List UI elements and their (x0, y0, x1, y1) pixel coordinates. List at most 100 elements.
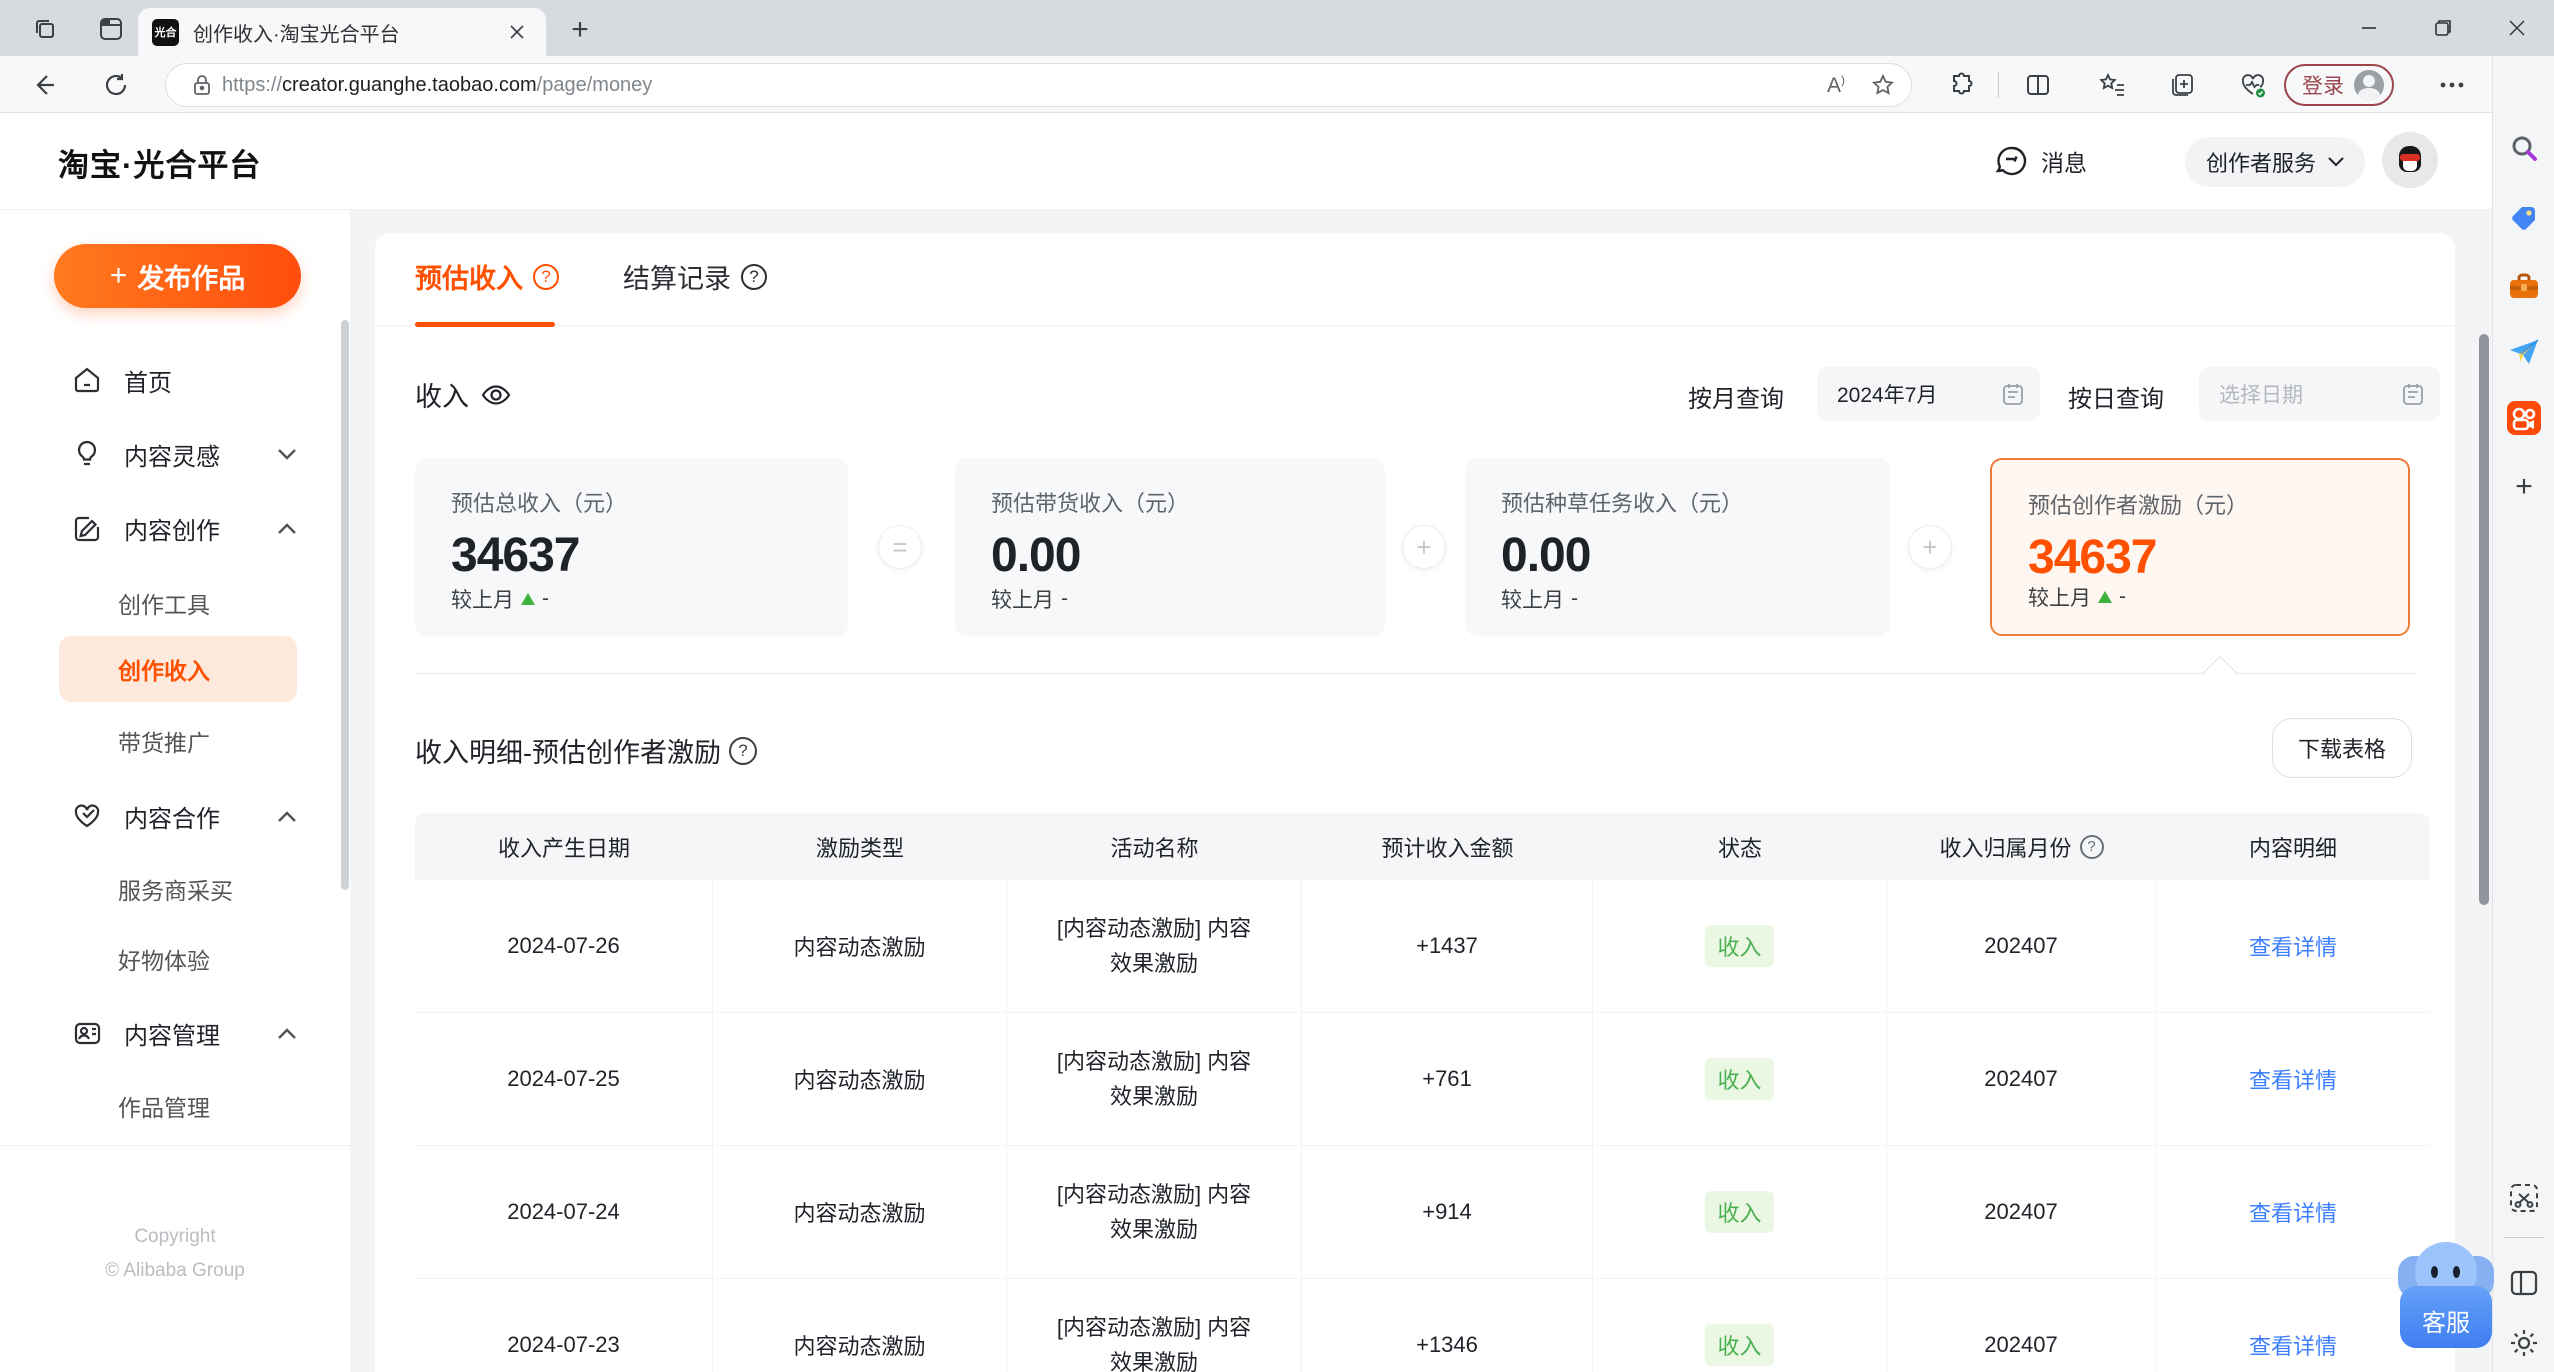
user-avatar[interactable] (2382, 132, 2438, 188)
extensions-icon[interactable] (1942, 65, 1982, 105)
equals-operator: = (878, 525, 922, 569)
tab-estimated-income[interactable]: 预估收入 ? (415, 257, 559, 296)
sidebar-item-promotion[interactable]: 带货推广 (0, 713, 350, 769)
card-value: 0.00 (991, 529, 1081, 582)
new-tab-button[interactable]: + (560, 10, 600, 50)
card-label: 预估创作者激励（元） (2028, 493, 2249, 518)
sidebar-scrollbar[interactable] (341, 320, 349, 890)
card-creator-incentive[interactable]: 预估创作者激励（元） 34637 较上月 - (1990, 458, 2410, 636)
col-header-activity: 活动名称 (1110, 835, 1199, 861)
shopping-tag-icon[interactable] (2507, 201, 2541, 235)
sidebar-toggle-icon[interactable] (2507, 1266, 2541, 1300)
view-detail-link[interactable]: 查看详情 (2249, 930, 2337, 962)
settings-gear-icon[interactable] (2507, 1326, 2541, 1360)
plus-operator: + (1402, 525, 1446, 569)
sidebar-item-works-management[interactable]: 作品管理 (0, 1078, 350, 1134)
table-row: 2024-07-25 内容动态激励 [内容动态激励] 内容效果激励 +761 收… (415, 1013, 2430, 1146)
kuaishou-icon[interactable] (2507, 401, 2541, 435)
cell-date: 2024-07-26 (415, 880, 713, 1012)
rail-add-icon[interactable]: + (2507, 470, 2541, 504)
help-icon[interactable]: ? (533, 263, 559, 290)
browser-tab[interactable]: 光合 创作收入·淘宝光合平台 (138, 8, 546, 56)
cell-activity: [内容动态激励] 内容效果激励 (1007, 1279, 1302, 1372)
browser-titlebar: 光合 创作收入·淘宝光合平台 + (0, 0, 2554, 56)
status-badge: 收入 (1705, 925, 1774, 967)
sidebar-item-home[interactable]: 首页 (0, 351, 350, 409)
browser-essentials-icon[interactable] (2233, 65, 2273, 105)
workspaces-icon[interactable] (28, 12, 62, 46)
view-detail-link[interactable]: 查看详情 (2249, 1196, 2337, 1228)
tools-toolbox-icon[interactable] (2507, 269, 2541, 303)
addressbar-actions: A) (1827, 73, 1895, 98)
refresh-icon[interactable] (96, 65, 136, 105)
back-icon[interactable] (24, 65, 64, 105)
tab-layout-icon[interactable] (94, 12, 128, 46)
trend-up-icon (2098, 591, 2112, 603)
publish-work-button[interactable]: + 发布作品 (54, 244, 301, 308)
cell-type: 内容动态激励 (713, 1146, 1007, 1278)
screenshot-snip-icon[interactable] (2507, 1181, 2541, 1215)
restore-button[interactable] (2406, 0, 2480, 56)
selected-card-notch (2201, 655, 2239, 693)
split-screen-icon[interactable] (2018, 65, 2058, 105)
toolbar-divider (1998, 72, 1999, 98)
card-goods-income[interactable]: 预估带货收入（元） 0.00 较上月 - (955, 458, 1385, 636)
cell-date: 2024-07-24 (415, 1146, 713, 1278)
sidebar-item-management[interactable]: 内容管理 (0, 1004, 350, 1062)
minimize-button[interactable] (2332, 0, 2406, 56)
customer-service-button[interactable]: 客服 (2398, 1228, 2498, 1353)
download-table-button[interactable]: 下载表格 (2272, 718, 2412, 778)
month-query-label: 按月查询 (1688, 386, 1784, 413)
search-icon[interactable] (2507, 132, 2541, 166)
more-menu-icon[interactable] (2432, 65, 2472, 105)
sidebar-item-creation-tools[interactable]: 创作工具 (0, 575, 350, 631)
messages-button[interactable]: 消息 (1995, 139, 2087, 183)
eye-icon[interactable] (481, 384, 511, 406)
sidebar-item-goods-experience[interactable]: 好物体验 (0, 931, 350, 987)
send-plane-icon[interactable] (2507, 335, 2541, 369)
favorite-star-icon[interactable] (1871, 73, 1895, 97)
help-icon[interactable]: ? (729, 736, 757, 765)
help-icon[interactable]: ? (741, 263, 767, 290)
view-detail-link[interactable]: 查看详情 (2249, 1329, 2337, 1361)
sidebar-item-creation[interactable]: 内容创作 (0, 499, 350, 557)
address-bar[interactable]: https://creator.guanghe.taobao.com/page/… (165, 63, 1912, 107)
sidebar-item-cooperation[interactable]: 内容合作 (0, 787, 350, 845)
card-total-income[interactable]: 预估总收入（元） 34637 较上月 - (415, 458, 848, 636)
card-label: 预估种草任务收入（元） (1501, 491, 1744, 516)
card-task-income[interactable]: 预估种草任务收入（元） 0.00 较上月 - (1465, 458, 1890, 636)
cell-month: 202407 (1887, 880, 2156, 1012)
sidebar-item-inspiration[interactable]: 内容灵感 (0, 425, 350, 483)
sidebar-item-provider-purchase[interactable]: 服务商采买 (0, 861, 350, 917)
collections-icon[interactable] (2162, 65, 2202, 105)
rail-divider (2504, 1237, 2544, 1238)
home-icon (70, 365, 104, 395)
cell-month: 202407 (1887, 1013, 2156, 1145)
day-query-label: 按日查询 (2068, 386, 2164, 413)
site-logo[interactable]: 淘宝·光合平台 (58, 140, 261, 185)
detail-section-title: 收入明细-预估创作者激励 ? (415, 731, 757, 770)
page-scrollbar[interactable] (2479, 334, 2489, 905)
creator-service-dropdown[interactable]: 创作者服务 (2185, 137, 2365, 187)
close-window-button[interactable] (2480, 0, 2554, 56)
tab-close-icon[interactable] (502, 17, 532, 47)
col-header-status: 状态 (1717, 835, 1762, 861)
tab-settlement-record[interactable]: 结算记录 ? (623, 257, 767, 296)
cell-detail: 查看详情 (2156, 1146, 2430, 1278)
login-button[interactable]: 登录 (2284, 64, 2394, 106)
favorites-icon[interactable] (2092, 65, 2132, 105)
cell-status: 收入 (1593, 1279, 1887, 1372)
section-divider (415, 673, 2415, 674)
lock-icon (192, 74, 212, 96)
help-icon[interactable]: ? (2079, 834, 2104, 859)
table-row: 2024-07-26 内容动态激励 [内容动态激励] 内容效果激励 +1437 … (415, 880, 2430, 1013)
cell-amount: +1437 (1302, 880, 1593, 1012)
cell-detail: 查看详情 (2156, 1013, 2430, 1145)
day-date-input[interactable]: 选择日期 (2199, 367, 2440, 421)
month-date-input[interactable]: 2024年7月 (1817, 367, 2040, 421)
view-detail-link[interactable]: 查看详情 (2249, 1063, 2337, 1095)
sidebar-divider (0, 1145, 350, 1146)
card-value: 0.00 (1501, 529, 1591, 582)
sidebar-item-creation-income[interactable]: 创作收入 (59, 636, 297, 702)
read-aloud-icon[interactable]: A) (1827, 73, 1845, 98)
